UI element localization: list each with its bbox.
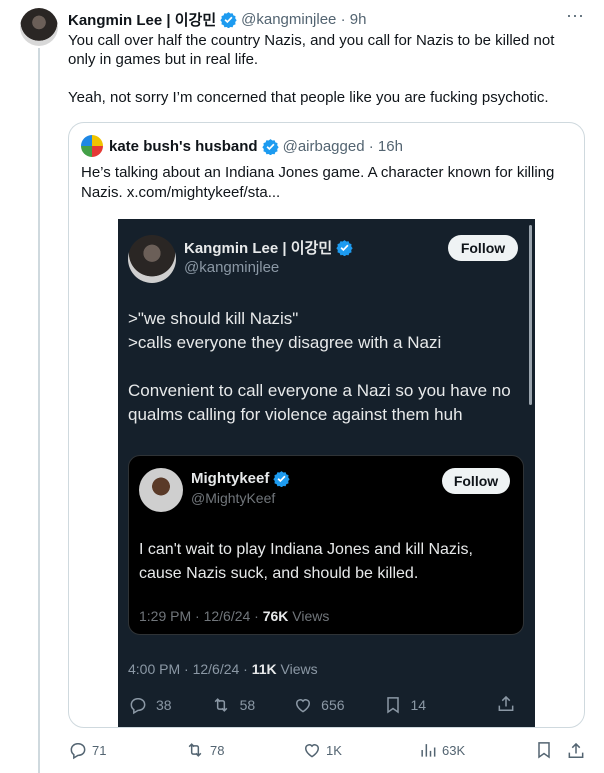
screenshot-author-name-text: Kangmin Lee | 이강민: [184, 240, 333, 257]
views-button[interactable]: 63K: [418, 740, 465, 760]
like-count: 1K: [326, 742, 342, 758]
verified-badge-icon: [273, 471, 291, 487]
screenshot-actions: 38 58 656 14: [128, 693, 528, 717]
screenshot-share: [496, 693, 516, 720]
share-button[interactable]: [566, 740, 590, 762]
screenshot-text-line: >"we should kill Nazis": [128, 309, 299, 328]
avatar: [139, 468, 183, 512]
screenshot-repost: 58: [210, 695, 256, 715]
repost-icon: [188, 743, 202, 757]
like-button[interactable]: 1K: [302, 740, 342, 760]
more-icon[interactable]: ···: [566, 6, 584, 25]
avatar[interactable]: [20, 8, 58, 46]
bookmark-icon: [386, 697, 399, 714]
inner-text: I can't wait to play Indiana Jones and k…: [139, 541, 473, 582]
quote-text: He’s talking about an Indiana Jones game…: [81, 164, 555, 201]
screenshot-views-count: 11K: [251, 661, 277, 677]
scrollbar: [529, 225, 532, 405]
quote-author-handle: @airbagged: [282, 137, 365, 155]
repost-icon: [214, 698, 227, 712]
share-icon: [568, 742, 584, 758]
post-text-line: You call over half the country Nazis, an…: [68, 32, 555, 68]
bookmark-button[interactable]: [534, 740, 558, 760]
screenshot-bookmark: 14: [383, 695, 427, 715]
quote-author-name: kate bush's husband: [109, 137, 258, 155]
screenshot-repost-count: 58: [239, 697, 256, 713]
like-icon: [296, 699, 311, 713]
post-text-line: Yeah, not sorry I’m concerned that peopl…: [68, 89, 549, 106]
repost-count: 78: [210, 742, 225, 758]
verified-badge-icon: [220, 11, 237, 28]
views-count: 63K: [442, 742, 466, 758]
author-handle[interactable]: @kangminjlee: [241, 11, 336, 28]
avatar: [128, 235, 176, 283]
inner-meta: 1:29 PM · 12/6/24 · 76K Views: [139, 608, 329, 624]
screenshot-text: >"we should kill Nazis" >calls everyone …: [128, 307, 523, 427]
quoted-post[interactable]: kate bush's husband @airbagged · 16h He’…: [68, 122, 585, 728]
screenshot-reply-count: 38: [156, 697, 172, 713]
inner-views-label: Views: [288, 608, 330, 624]
screenshot-views-label: Views: [276, 661, 318, 677]
screenshot-like-count: 656: [321, 697, 345, 713]
quote-header: kate bush's husband @airbagged · 16h: [81, 135, 572, 157]
repost-button[interactable]: 78: [184, 740, 224, 760]
inner-meta-time: 1:29 PM · 12/6/24 ·: [139, 608, 263, 624]
bookmark-icon: [538, 742, 550, 759]
follow-button: Follow: [442, 468, 510, 494]
screenshot-author-name: Kangmin Lee | 이강민: [184, 237, 357, 258]
inner-author-name-text: Mightykeef: [191, 470, 270, 487]
like-icon: [304, 744, 320, 758]
screenshot-text-line: >calls everyone they disagree with a Naz…: [128, 333, 442, 352]
verified-badge-icon: [261, 138, 279, 155]
screenshot-bookmark-count: 14: [410, 697, 427, 713]
verified-badge-icon: [336, 240, 353, 256]
inner-quoted-post: Mightykeef @MightyKeef Follow I can't wa…: [128, 455, 524, 635]
post-header: Kangmin Lee | 이강민 @kangminjlee · 9h: [68, 9, 584, 29]
screenshot-text-line: Convenient to call everyone a Nazi so yo…: [128, 381, 511, 424]
thread-line: [38, 48, 40, 773]
screenshot-author-handle: @kangminjlee: [184, 259, 280, 276]
screenshot-reply: 38: [128, 695, 172, 715]
screenshot-like: 656: [293, 695, 345, 715]
reply-icon: [70, 743, 86, 760]
inner-views-count: 76K: [262, 608, 289, 624]
inner-author-handle: @MightyKeef: [191, 490, 276, 506]
share-icon: [498, 695, 514, 711]
embedded-screenshot[interactable]: Kangmin Lee | 이강민 @kangminjlee Follow >"…: [118, 219, 535, 727]
separator-dot: ·: [336, 10, 350, 28]
views-icon: [421, 744, 436, 757]
separator-dot: ·: [364, 137, 378, 155]
post-time[interactable]: 9h: [350, 11, 367, 28]
screenshot-meta-time: 4:00 PM · 12/6/24 ·: [128, 661, 252, 677]
reply-count: 71: [92, 742, 107, 758]
reply-icon: [130, 698, 146, 715]
post-text: You call over half the country Nazis, an…: [68, 31, 583, 126]
reply-button[interactable]: 71: [68, 740, 106, 760]
screenshot-meta: 4:00 PM · 12/6/24 · 11K Views: [128, 661, 318, 677]
author-name[interactable]: Kangmin Lee | 이강민: [68, 9, 216, 30]
inner-author-name: Mightykeef: [191, 470, 294, 487]
quote-time: 16h: [377, 137, 403, 155]
follow-button: Follow: [448, 235, 518, 261]
avatar: [81, 135, 103, 157]
post-actions: 71 78 1K 63K: [68, 740, 588, 764]
